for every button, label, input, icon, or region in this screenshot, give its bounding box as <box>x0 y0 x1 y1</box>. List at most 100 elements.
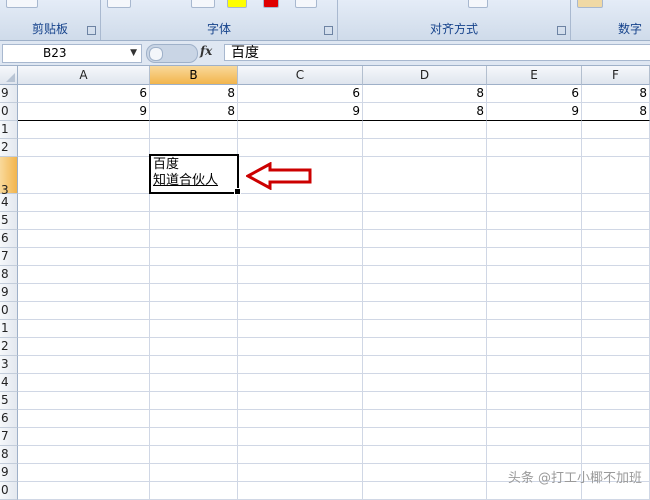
column-header-d[interactable]: D <box>363 66 487 85</box>
table-cell[interactable] <box>363 230 487 248</box>
table-cell[interactable] <box>18 212 150 230</box>
table-cell[interactable] <box>238 392 363 410</box>
table-cell[interactable] <box>18 302 150 320</box>
table-cell[interactable]: 9 <box>238 103 363 121</box>
table-cell[interactable] <box>363 446 487 464</box>
table-cell[interactable] <box>582 121 650 139</box>
row-header[interactable]: 0 <box>0 302 18 320</box>
table-cell[interactable] <box>582 194 650 212</box>
formula-bar-splitter[interactable] <box>146 44 198 63</box>
table-cell[interactable] <box>487 392 582 410</box>
table-cell[interactable] <box>487 157 582 194</box>
table-cell[interactable] <box>150 194 238 212</box>
table-cell[interactable] <box>18 230 150 248</box>
table-cell[interactable] <box>582 230 650 248</box>
row-header[interactable]: 6 <box>0 230 18 248</box>
table-cell[interactable] <box>582 284 650 302</box>
table-cell[interactable] <box>150 410 238 428</box>
table-cell[interactable] <box>150 248 238 266</box>
table-cell[interactable] <box>582 428 650 446</box>
table-cell[interactable] <box>363 194 487 212</box>
table-cell[interactable] <box>582 320 650 338</box>
row-header[interactable]: 8 <box>0 266 18 284</box>
select-all-corner[interactable] <box>0 66 18 85</box>
alignment-launcher-icon[interactable] <box>557 26 566 35</box>
table-cell[interactable] <box>363 157 487 194</box>
row-header[interactable]: 5 <box>0 212 18 230</box>
column-header-b[interactable]: B <box>150 66 238 85</box>
table-cell[interactable] <box>18 356 150 374</box>
table-cell[interactable] <box>18 320 150 338</box>
table-cell[interactable]: 6 <box>18 85 150 103</box>
table-cell[interactable] <box>487 302 582 320</box>
table-cell[interactable]: 9 <box>18 103 150 121</box>
table-cell[interactable] <box>18 157 150 194</box>
table-cell[interactable] <box>238 374 363 392</box>
table-cell[interactable] <box>150 482 238 500</box>
table-cell[interactable] <box>582 356 650 374</box>
table-cell[interactable] <box>363 248 487 266</box>
paste-button[interactable] <box>6 0 38 8</box>
table-cell[interactable] <box>582 157 650 194</box>
insert-function-icon[interactable]: fx <box>200 44 212 58</box>
table-cell[interactable] <box>363 266 487 284</box>
table-cell[interactable] <box>150 302 238 320</box>
number-format-button[interactable] <box>577 0 603 8</box>
table-cell[interactable] <box>150 212 238 230</box>
table-cell[interactable] <box>18 248 150 266</box>
table-cell[interactable] <box>363 410 487 428</box>
table-cell[interactable] <box>238 320 363 338</box>
font-color-button[interactable] <box>263 0 279 8</box>
table-cell[interactable] <box>487 266 582 284</box>
table-cell[interactable] <box>150 284 238 302</box>
row-header[interactable]: 0 <box>0 103 18 121</box>
table-cell[interactable] <box>487 428 582 446</box>
table-cell[interactable] <box>238 266 363 284</box>
table-cell[interactable] <box>238 356 363 374</box>
table-cell[interactable]: 9 <box>487 103 582 121</box>
table-cell[interactable] <box>582 212 650 230</box>
table-cell[interactable] <box>582 266 650 284</box>
table-cell[interactable] <box>150 356 238 374</box>
table-cell[interactable] <box>150 392 238 410</box>
row-header[interactable]: 2 <box>0 338 18 356</box>
table-cell[interactable] <box>582 338 650 356</box>
table-cell[interactable] <box>238 230 363 248</box>
table-cell[interactable] <box>18 410 150 428</box>
row-header[interactable]: 6 <box>0 410 18 428</box>
border-button[interactable] <box>191 0 215 8</box>
table-cell[interactable] <box>18 139 150 157</box>
table-cell[interactable] <box>18 121 150 139</box>
table-cell[interactable] <box>18 392 150 410</box>
table-cell[interactable] <box>487 338 582 356</box>
table-cell[interactable] <box>150 320 238 338</box>
formula-input[interactable]: 百度 <box>224 44 650 61</box>
row-header[interactable]: 5 <box>0 392 18 410</box>
table-cell[interactable]: 8 <box>363 103 487 121</box>
table-cell[interactable] <box>363 374 487 392</box>
row-header[interactable]: 1 <box>0 320 18 338</box>
table-cell[interactable]: 8 <box>582 85 650 103</box>
worksheet-grid[interactable]: A B C D E F 9686868098989812345678901234… <box>0 66 650 500</box>
table-cell[interactable] <box>18 266 150 284</box>
table-cell[interactable] <box>150 446 238 464</box>
selected-cell-b23[interactable]: 百度 知道合伙人 <box>149 154 239 194</box>
table-cell[interactable] <box>238 482 363 500</box>
table-cell[interactable] <box>582 248 650 266</box>
name-box[interactable]: B23 ▼ <box>2 44 142 63</box>
table-cell[interactable] <box>582 410 650 428</box>
table-cell[interactable] <box>363 464 487 482</box>
table-cell[interactable] <box>363 482 487 500</box>
table-cell[interactable] <box>150 266 238 284</box>
table-cell[interactable] <box>582 374 650 392</box>
table-cell[interactable] <box>363 356 487 374</box>
table-cell[interactable] <box>238 139 363 157</box>
table-cell[interactable] <box>582 446 650 464</box>
clipboard-launcher-icon[interactable] <box>87 26 96 35</box>
table-cell[interactable] <box>363 428 487 446</box>
table-cell[interactable]: 8 <box>363 85 487 103</box>
row-header[interactable]: 9 <box>0 464 18 482</box>
font-button[interactable] <box>107 0 131 8</box>
row-header[interactable]: 4 <box>0 374 18 392</box>
table-cell[interactable] <box>238 464 363 482</box>
